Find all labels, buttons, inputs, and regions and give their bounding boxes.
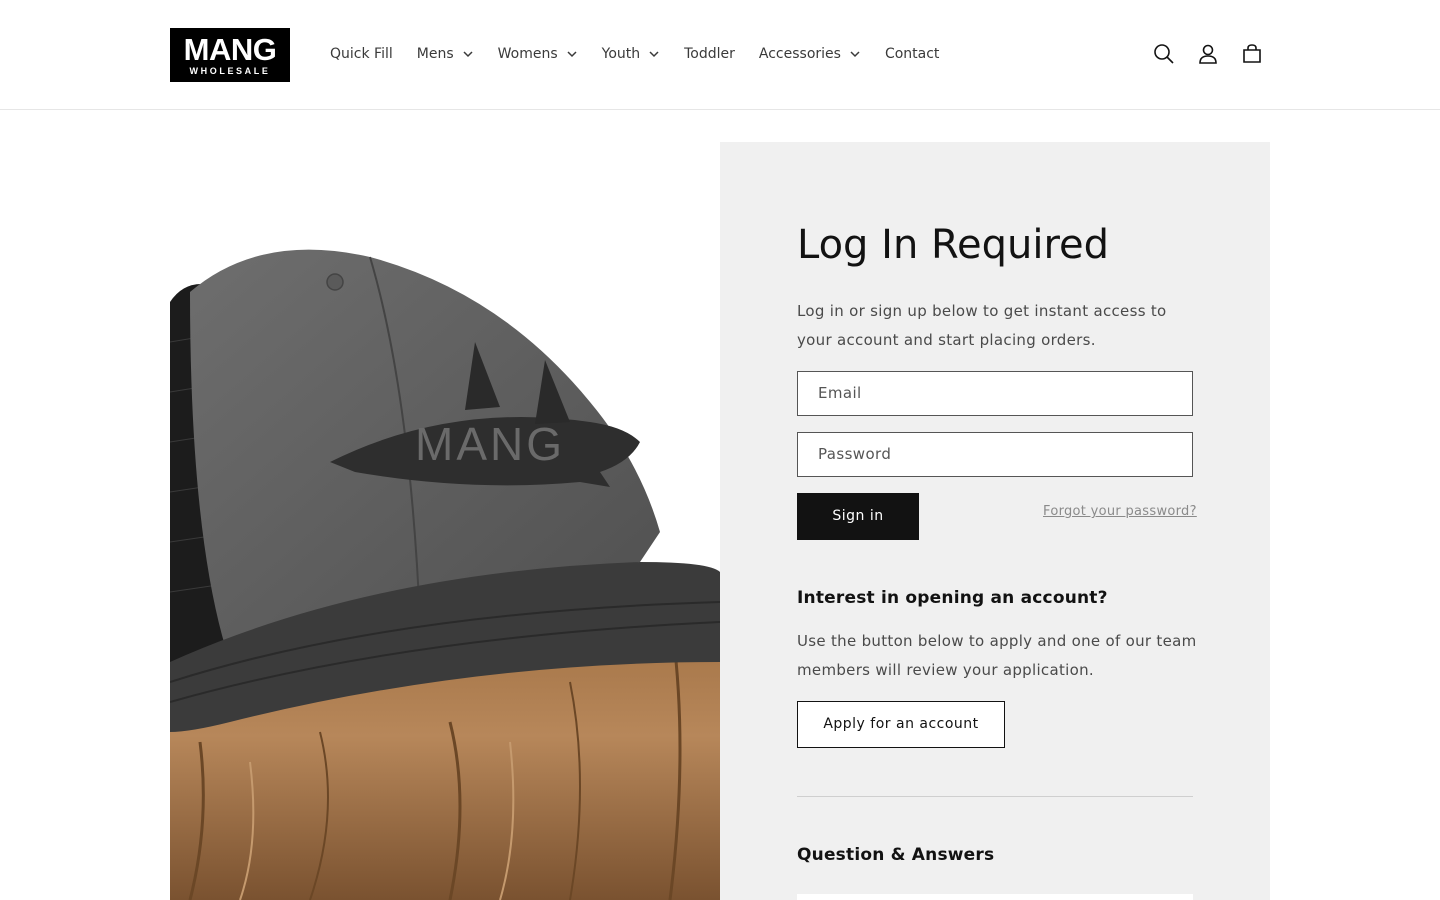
trucker-hat-illustration: MANG [170, 249, 720, 900]
sign-in-button[interactable]: Sign in [797, 493, 919, 540]
brand-logo[interactable]: MANG WHOLESALE [170, 28, 290, 82]
login-intro-text: Log in or sign up below to get instant a… [797, 302, 1167, 349]
section-divider [797, 796, 1193, 797]
main-nav: Quick Fill Mens Womens Youth Toddler Acc… [330, 43, 963, 65]
nav-item-label: Contact [884, 46, 940, 62]
nav-item-label: Accessories [758, 46, 841, 62]
forgot-password-link[interactable]: Forgot your password? [1043, 504, 1197, 519]
apply-account-button[interactable]: Apply for an account [797, 701, 1005, 748]
chevron-down-icon [649, 51, 659, 58]
chevron-down-icon [567, 51, 577, 58]
password-field[interactable]: Password [797, 432, 1193, 477]
nav-item-womens[interactable]: Womens [498, 46, 578, 62]
chevron-down-icon [850, 51, 860, 58]
product-image: MANG [170, 142, 720, 900]
nav-item-accessories[interactable]: Accessories [759, 46, 861, 62]
page-title: Log In Required [797, 222, 1110, 268]
nav-item-toddler[interactable]: Toddler [684, 46, 735, 62]
chevron-down-icon [463, 51, 473, 58]
qa-heading: Question & Answers [797, 845, 995, 865]
nav-item-label: Mens [416, 46, 454, 62]
nav-item-label: Youth [601, 46, 641, 62]
header-icons [1150, 40, 1282, 68]
hat-logo-text: MANG [415, 418, 565, 470]
email-field[interactable]: Email [797, 371, 1193, 416]
site-header: MANG WHOLESALE Quick Fill Mens Womens Yo… [0, 0, 1440, 110]
nav-item-contact[interactable]: Contact [885, 46, 939, 62]
brand-logo-sub: WHOLESALE [189, 66, 271, 76]
apply-heading: Interest in opening an account? [797, 588, 1108, 608]
nav-item-label: Toddler [684, 46, 735, 62]
nav-item-mens[interactable]: Mens [417, 46, 474, 62]
qa-accordion-item[interactable] [797, 894, 1193, 900]
nav-item-label: Womens [497, 46, 558, 62]
nav-item-quick-fill[interactable]: Quick Fill [330, 46, 393, 62]
nav-item-youth[interactable]: Youth [602, 46, 661, 62]
login-panel: Log In Required Log in or sign up below … [720, 142, 1270, 900]
account-icon[interactable] [1194, 40, 1222, 68]
cart-icon[interactable] [1238, 40, 1266, 68]
search-icon[interactable] [1150, 40, 1178, 68]
brand-logo-name: MANG [183, 32, 277, 67]
nav-item-label: Quick Fill [330, 46, 393, 62]
apply-text: Use the button below to apply and one of… [797, 632, 1197, 679]
